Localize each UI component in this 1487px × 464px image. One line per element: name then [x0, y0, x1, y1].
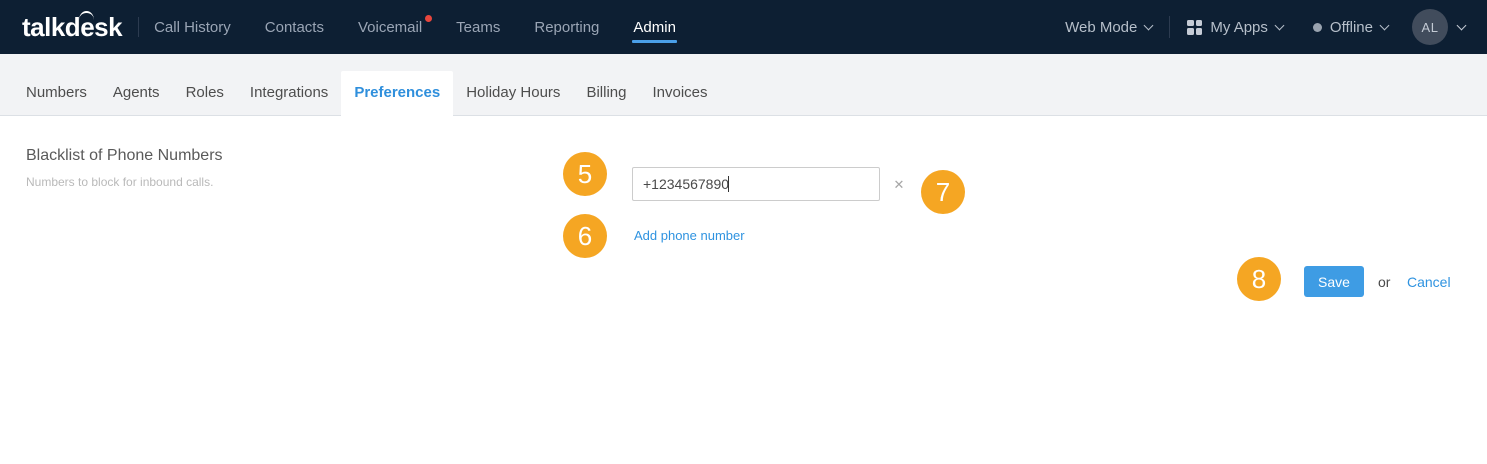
save-button[interactable]: Save [1304, 266, 1364, 297]
my-apps-dropdown[interactable]: My Apps [1187, 18, 1285, 36]
logo-text: sk [94, 12, 123, 42]
admin-tab-bar: Numbers Agents Roles Integrations Prefer… [0, 54, 1487, 116]
tab-agents[interactable]: Agents [100, 71, 173, 115]
cancel-link[interactable]: Cancel [1407, 274, 1451, 290]
tab-billing[interactable]: Billing [573, 71, 639, 115]
avatar: AL [1412, 9, 1448, 45]
logo-e-arc: e [79, 11, 95, 42]
my-apps-label: My Apps [1210, 18, 1268, 36]
nav-item-teams[interactable]: Teams [456, 19, 500, 36]
nav-item-call-history[interactable]: Call History [154, 19, 231, 36]
chevron-down-icon [1143, 20, 1154, 30]
tab-preferences[interactable]: Preferences [341, 71, 454, 116]
tab-integrations[interactable]: Integrations [237, 71, 341, 115]
tab-holiday-hours[interactable]: Holiday Hours [453, 71, 573, 115]
tab-numbers[interactable]: Numbers [13, 71, 100, 115]
presence-label: Offline [1329, 18, 1373, 36]
voicemail-notification-dot [425, 14, 433, 22]
navbar-divider [1169, 16, 1171, 38]
nav-item-label: Voicemail [357, 18, 423, 36]
annotation-circle-5: 5 [563, 152, 607, 196]
top-navbar: talkd e sk Call History Contacts Voicemail… [0, 0, 1487, 54]
annotation-circle-8: 8 [1237, 257, 1281, 301]
primary-nav: Call History Contacts Voicemail Teams Re… [154, 14, 677, 43]
section-title: Blacklist of Phone Numbers [26, 147, 223, 164]
presence-status-dropdown[interactable]: Offline [1312, 18, 1390, 36]
annotation-circle-6: 6 [563, 214, 607, 258]
section-description: Numbers to block for inbound calls. [26, 175, 214, 189]
user-menu[interactable]: AL [1412, 9, 1467, 45]
nav-item-voicemail[interactable]: Voicemail [357, 14, 433, 36]
talkdesk-logo[interactable]: talkd e sk [22, 11, 123, 42]
add-phone-number-link[interactable]: Add phone number [634, 228, 745, 243]
apps-grid-icon [1187, 19, 1203, 35]
text-cursor [728, 176, 729, 192]
phone-number-field-wrap [632, 167, 880, 201]
preferences-content: Blacklist of Phone Numbers Numbers to bl… [0, 116, 1487, 463]
or-label: or [1378, 274, 1391, 290]
annotation-circle-7: 7 [921, 170, 965, 214]
logo-text: talkd [22, 12, 81, 42]
phone-number-input[interactable] [632, 167, 880, 201]
web-mode-dropdown[interactable]: Web Mode [1065, 18, 1154, 36]
navbar-right-section: Web Mode My Apps Offline AL [1065, 9, 1467, 45]
chevron-down-icon [1456, 20, 1467, 30]
nav-item-contacts[interactable]: Contacts [265, 19, 324, 36]
chevron-down-icon [1274, 20, 1285, 30]
web-mode-label: Web Mode [1065, 18, 1138, 36]
nav-item-reporting[interactable]: Reporting [534, 19, 599, 36]
tab-invoices[interactable]: Invoices [639, 71, 720, 115]
remove-phone-icon[interactable]: ✕ [891, 177, 907, 193]
navbar-divider [138, 17, 140, 37]
tab-roles[interactable]: Roles [173, 71, 237, 115]
offline-status-dot [1312, 22, 1322, 32]
chevron-down-icon [1379, 20, 1390, 30]
nav-item-admin[interactable]: Admin [632, 19, 677, 43]
